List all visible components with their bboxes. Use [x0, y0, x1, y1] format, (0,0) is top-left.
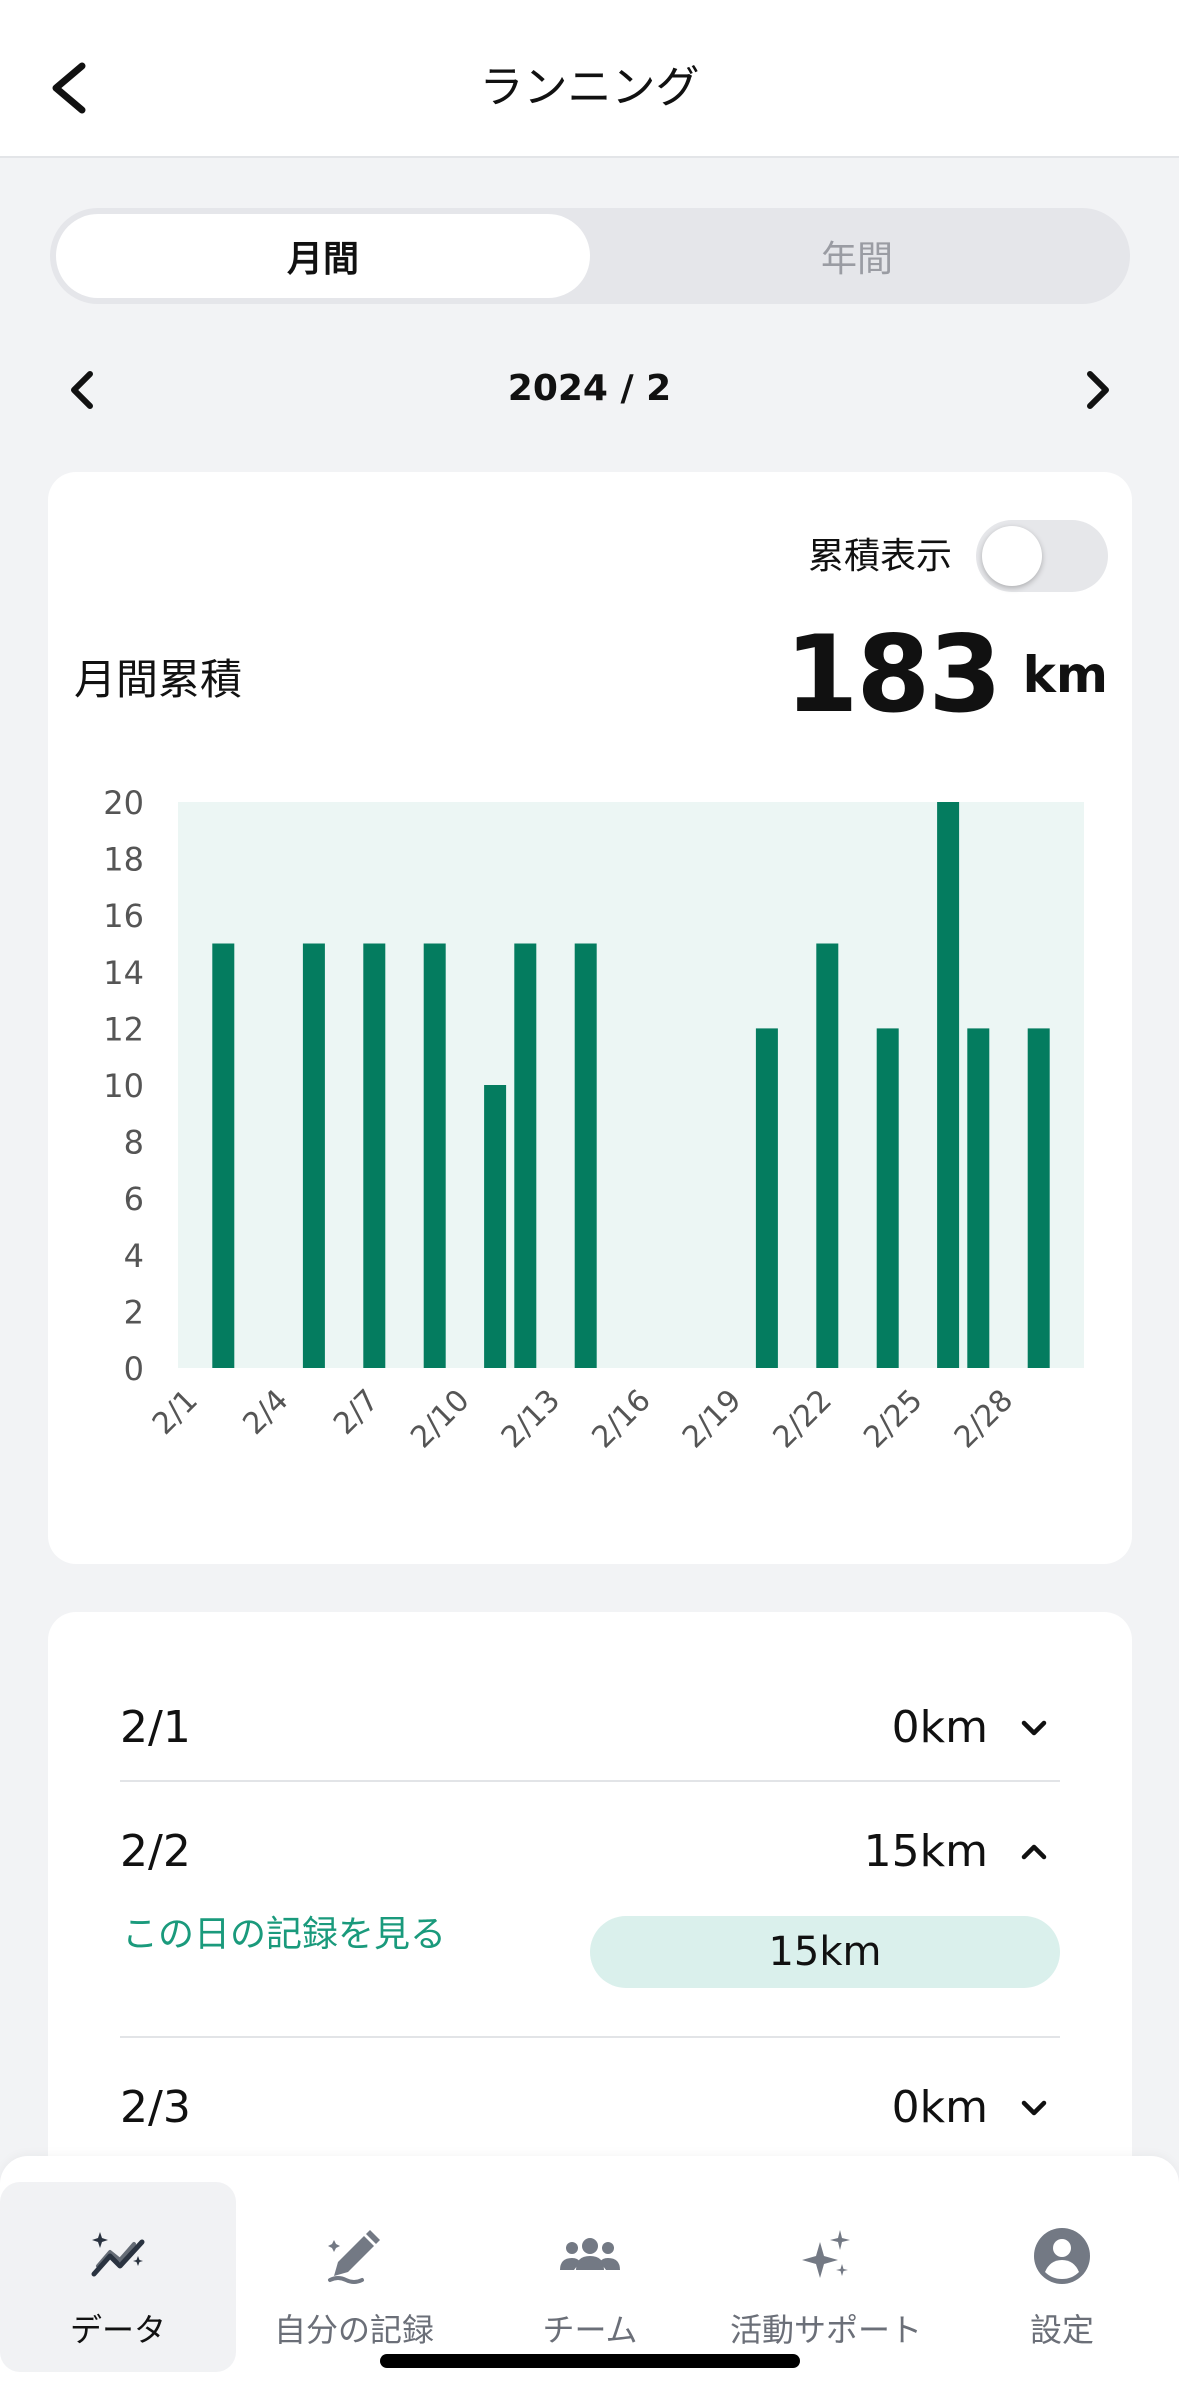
tab-data[interactable]: データ — [0, 2182, 236, 2372]
y-tick-label: 4 — [124, 1237, 144, 1275]
x-tick-label: 2/4 — [236, 1383, 295, 1442]
divider — [120, 2036, 1060, 2038]
list-item[interactable]: 2/1 0km — [120, 1664, 1060, 1788]
cumulative-toggle-label: 累積表示 — [807, 536, 952, 577]
period-segmented-control: 月間 年間 — [50, 208, 1130, 304]
monthly-total-value: 183 — [784, 613, 1002, 736]
chart-sparkle-icon — [91, 2232, 145, 2277]
next-month-icon[interactable] — [1078, 368, 1118, 412]
x-tick-label: 2/13 — [495, 1383, 567, 1455]
distance-bar-chart: 0 2 4 6 8 10 12 14 16 18 20 2/1 2/4 2/7 2/10 2/13 2/16 2/… — [103, 784, 1084, 1455]
chart-bar — [816, 943, 839, 1368]
chart-bar — [484, 1085, 507, 1368]
tab-label: 活動サポート — [729, 2311, 922, 2349]
page-title: ランニング — [479, 62, 700, 113]
y-tick-label: 12 — [103, 1010, 144, 1048]
tab-yearly[interactable]: 年間 — [590, 214, 1124, 298]
header: ランニング — [0, 0, 1179, 158]
y-tick-label: 0 — [124, 1350, 144, 1388]
x-tick-label: 2/28 — [948, 1383, 1020, 1455]
x-tick-label: 2/16 — [585, 1383, 657, 1455]
x-tick-label: 2/19 — [676, 1383, 748, 1455]
toggle-knob — [982, 526, 1042, 586]
month-label: 2024 / 2 — [507, 368, 672, 409]
monthly-chart-card: 累積表示 月間累積 183 km 0 2 4 6 8 10 12 14 16 18 20 2/1 2/4… — [48, 472, 1132, 1564]
row-date: 2/3 — [120, 2082, 191, 2133]
x-tick-label: 2/10 — [404, 1383, 476, 1455]
row-value: 15km — [863, 1826, 988, 1877]
chart-bar — [574, 943, 597, 1368]
chart-bar — [937, 802, 960, 1368]
tab-label: チーム — [542, 2311, 638, 2349]
tab-settings[interactable]: 設定 — [944, 2182, 1179, 2372]
sparkles-icon — [802, 2230, 850, 2278]
chart-bar — [302, 943, 325, 1368]
chart-bar — [514, 943, 537, 1368]
cumulative-toggle[interactable] — [976, 520, 1108, 592]
list-item[interactable]: 2/3 0km — [120, 2044, 1060, 2168]
y-tick-label: 10 — [103, 1067, 144, 1105]
day-distance-pill: 15km — [590, 1916, 1060, 1988]
chart-bar — [1027, 1028, 1050, 1368]
chevron-up-icon[interactable] — [1016, 1834, 1052, 1870]
chart-bar — [967, 1028, 990, 1368]
divider — [120, 1780, 1060, 1782]
chart-bar — [755, 1028, 778, 1368]
chart-bar — [876, 1028, 899, 1368]
chart-bar — [212, 943, 235, 1368]
chevron-down-icon[interactable] — [1016, 2090, 1052, 2126]
y-tick-label: 2 — [124, 1293, 144, 1331]
row-date: 2/2 — [120, 1826, 191, 1877]
team-icon — [560, 2238, 620, 2270]
chart-bar — [363, 943, 386, 1368]
row-value: 0km — [891, 2082, 988, 2133]
view-day-record-link[interactable]: この日の記録を見る — [122, 1910, 446, 1960]
chart-bar — [423, 943, 446, 1368]
y-tick-label: 16 — [103, 897, 144, 935]
y-tick-label: 18 — [103, 841, 144, 879]
edit-pencil-icon — [328, 2230, 380, 2284]
list-item[interactable]: 2/2 15km — [120, 1788, 1060, 1912]
y-tick-label: 6 — [124, 1180, 144, 1218]
y-tick-label: 8 — [124, 1124, 144, 1162]
x-tick-label: 2/1 — [146, 1383, 205, 1442]
tab-activity-support[interactable]: 活動サポート — [708, 2182, 944, 2372]
x-tick-label: 2/25 — [857, 1383, 929, 1455]
tab-my-records[interactable]: 自分の記録 — [236, 2182, 472, 2372]
page: ランニング 月間 年間 2024 / 2 累積表示 月間累積 183 km 02… — [0, 0, 1179, 2396]
tab-team[interactable]: チーム — [472, 2182, 708, 2372]
row-value: 0km — [891, 1702, 988, 1753]
x-tick-label: 2/22 — [767, 1383, 839, 1455]
monthly-total-label: 月間累積 — [74, 655, 243, 704]
row-date: 2/1 — [120, 1702, 191, 1753]
y-tick-label: 14 — [103, 954, 144, 992]
chevron-down-icon[interactable] — [1016, 1710, 1052, 1746]
x-tick-label: 2/7 — [327, 1383, 386, 1442]
month-navigator: 2024 / 2 — [0, 350, 1179, 430]
tab-monthly[interactable]: 月間 — [56, 214, 590, 298]
monthly-total-unit: km — [1022, 646, 1108, 704]
y-tick-label: 20 — [103, 784, 144, 822]
tab-label: 設定 — [1029, 2311, 1094, 2349]
tab-label: データ — [69, 2311, 166, 2349]
tab-label: 自分の記録 — [273, 2311, 434, 2349]
user-circle-icon — [1034, 2228, 1090, 2284]
home-indicator — [380, 2354, 800, 2368]
